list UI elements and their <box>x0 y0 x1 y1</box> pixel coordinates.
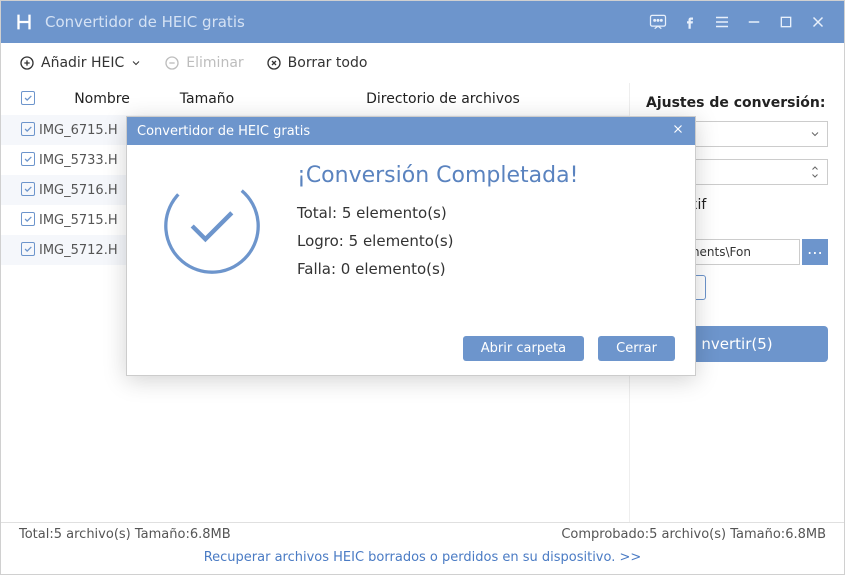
row-filename: IMG_5712.H <box>39 243 118 258</box>
close-window-icon[interactable] <box>804 8 832 36</box>
modal-title: Convertidor de HEIC gratis <box>137 124 310 139</box>
row-checkbox[interactable] <box>21 122 35 138</box>
add-heic-button[interactable]: Añadir HEIC <box>19 55 142 71</box>
open-folder-button[interactable]: Abrir carpeta <box>463 336 584 361</box>
completion-modal: Convertidor de HEIC gratis ¡Conversión C… <box>126 116 696 376</box>
row-checkbox[interactable] <box>21 212 35 228</box>
table-header: Nombre Tamaño Directorio de archivos <box>1 83 629 115</box>
row-checkbox[interactable] <box>21 182 35 198</box>
clear-all-button[interactable]: Borrar todo <box>266 55 368 71</box>
stepper-icon <box>809 164 821 180</box>
delete-label: Eliminar <box>186 55 243 71</box>
modal-heading: ¡Conversión Completada! <box>297 163 665 188</box>
modal-fail: Falla: 0 elemento(s) <box>297 260 665 278</box>
window-title: Convertidor de HEIC gratis <box>45 13 640 31</box>
footer: Total:5 archivo(s) Tamaño:6.8MB Comproba… <box>1 522 844 574</box>
app-logo-icon <box>13 11 35 33</box>
add-heic-label: Añadir HEIC <box>41 55 124 71</box>
row-filename: IMG_5715.H <box>39 213 118 228</box>
modal-total: Total: 5 elemento(s) <box>297 204 665 222</box>
minimize-icon[interactable] <box>740 8 768 36</box>
modal-info: ¡Conversión Completada! Total: 5 element… <box>297 163 665 288</box>
window-titlebar: Convertidor de HEIC gratis <box>1 1 844 43</box>
feedback-icon[interactable] <box>644 8 672 36</box>
modal-titlebar: Convertidor de HEIC gratis <box>127 117 695 145</box>
maximize-icon[interactable] <box>772 8 800 36</box>
status-left: Total:5 archivo(s) Tamaño:6.8MB <box>19 527 231 542</box>
select-all-checkbox[interactable] <box>21 91 47 107</box>
col-size: Tamaño <box>157 91 257 107</box>
status-right: Comprobado:5 archivo(s) Tamaño:6.8MB <box>561 527 826 542</box>
clear-all-label: Borrar todo <box>288 55 368 71</box>
settings-title: Ajustes de conversión: <box>646 95 828 111</box>
chevron-down-icon <box>130 57 142 69</box>
promo-link[interactable]: Recuperar archivos HEIC borrados o perdi… <box>204 550 642 565</box>
toolbar: Añadir HEIC Eliminar Borrar todo <box>1 43 844 83</box>
delete-button: Eliminar <box>164 55 243 71</box>
row-filename: IMG_5716.H <box>39 183 118 198</box>
modal-close-icon[interactable] <box>671 122 685 140</box>
browse-path-button[interactable]: ⋯ <box>802 239 828 265</box>
facebook-icon[interactable] <box>676 8 704 36</box>
row-checkbox[interactable] <box>21 152 35 168</box>
status-bar: Total:5 archivo(s) Tamaño:6.8MB Comproba… <box>1 523 844 546</box>
success-icon <box>157 171 267 281</box>
menu-icon[interactable] <box>708 8 736 36</box>
row-filename: IMG_5733.H <box>39 153 118 168</box>
col-name: Nombre <box>47 91 157 107</box>
modal-close-button[interactable]: Cerrar <box>598 336 675 361</box>
row-filename: IMG_6715.H <box>39 123 118 138</box>
col-dir: Directorio de archivos <box>257 91 629 107</box>
promo-bar: Recuperar archivos HEIC borrados o perdi… <box>1 546 844 569</box>
row-checkbox[interactable] <box>21 242 35 258</box>
chevron-down-icon <box>809 128 821 140</box>
modal-success: Logro: 5 elemento(s) <box>297 232 665 250</box>
